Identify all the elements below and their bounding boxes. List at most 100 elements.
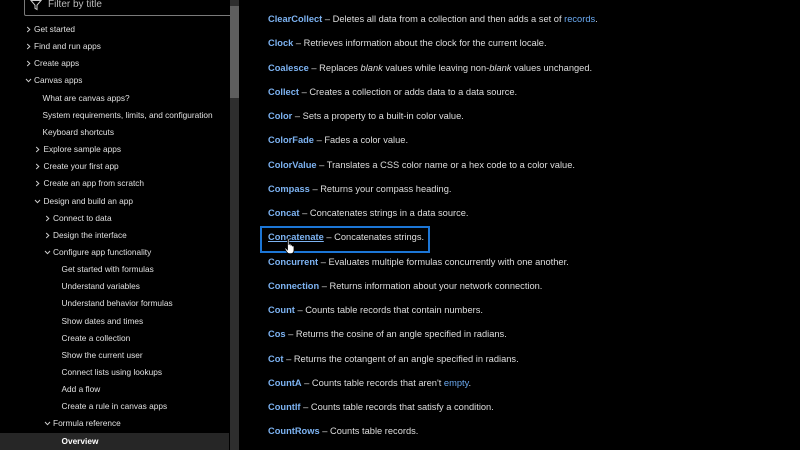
chevron-right-icon[interactable] bbox=[24, 55, 32, 72]
sidebar-item[interactable]: Connect to data bbox=[0, 210, 229, 227]
sidebar-item[interactable]: Create your first app bbox=[0, 158, 229, 175]
description-text: values unchanged. bbox=[511, 62, 593, 73]
description-text: values while leaving non- bbox=[382, 62, 490, 73]
function-link[interactable]: ClearCollect bbox=[268, 14, 322, 24]
sidebar-item[interactable]: Get started with formulas bbox=[0, 261, 229, 278]
sidebar-item[interactable]: Find and run apps bbox=[0, 38, 229, 55]
sidebar-item[interactable]: Add a flow bbox=[0, 381, 229, 398]
description-text: – Fades a color value. bbox=[313, 135, 409, 146]
sidebar-item[interactable]: Show dates and times bbox=[0, 313, 229, 330]
sidebar-item-label: Configure app functionality bbox=[53, 246, 152, 257]
function-link[interactable]: Cot bbox=[268, 354, 284, 364]
function-link[interactable]: Coalesce bbox=[268, 63, 309, 73]
sidebar-item[interactable]: Overview bbox=[0, 432, 229, 450]
sidebar-item[interactable]: Canvas apps bbox=[0, 72, 229, 89]
description-text: – Counts table records that aren't bbox=[301, 377, 444, 388]
function-entry: CountRows – Counts table records. bbox=[268, 423, 418, 439]
chevron-right-icon[interactable] bbox=[34, 175, 42, 192]
sidebar-item[interactable]: Design and build an app bbox=[0, 193, 229, 210]
description-text: – Returns the cotangent of an angle spec… bbox=[283, 353, 519, 364]
description-text: – Concatenates strings in a data source. bbox=[299, 208, 469, 218]
function-link[interactable]: Clock bbox=[268, 38, 293, 48]
description-text: – Counts table records that contain numb… bbox=[294, 305, 483, 315]
sidebar-item[interactable]: Design the interface bbox=[0, 227, 229, 244]
chevron-down-icon[interactable] bbox=[24, 72, 32, 89]
sidebar-item-label: Formula reference bbox=[53, 418, 121, 429]
sidebar-item[interactable]: What are canvas apps? bbox=[0, 90, 229, 107]
chevron-right-icon[interactable] bbox=[24, 38, 32, 55]
sidebar-scrollbar-thumb[interactable] bbox=[230, 6, 239, 98]
chevron-down-icon[interactable] bbox=[43, 244, 51, 261]
sidebar-item[interactable]: Create a rule in canvas apps bbox=[0, 398, 229, 415]
sidebar-item[interactable]: Connect lists using lookups bbox=[0, 364, 229, 381]
chevron-down-icon[interactable] bbox=[43, 415, 51, 432]
chevron-right-icon[interactable] bbox=[43, 227, 51, 244]
chevron-down-icon[interactable] bbox=[34, 193, 42, 210]
function-link[interactable]: CountRows bbox=[268, 426, 320, 436]
sidebar-item-label: Create your first app bbox=[43, 161, 119, 172]
function-link[interactable]: CountA bbox=[268, 378, 302, 388]
sidebar-item[interactable]: Explore sample apps bbox=[0, 141, 229, 158]
filter-by-title-input[interactable] bbox=[48, 0, 218, 10]
inline-link[interactable]: records bbox=[564, 14, 595, 24]
description-text: – Counts table records that satisfy a co… bbox=[300, 402, 494, 412]
sidebar-item[interactable]: Create an app from scratch bbox=[0, 175, 229, 192]
function-link[interactable]: Collect bbox=[268, 87, 299, 97]
sidebar-item-label: Create a rule in canvas apps bbox=[61, 401, 168, 412]
sidebar-item[interactable]: Understand behavior formulas bbox=[0, 295, 229, 312]
sidebar-item[interactable]: Create a collection bbox=[0, 330, 229, 347]
chevron-right-icon[interactable] bbox=[24, 21, 32, 38]
function-entry: Coalesce – Replaces blank values while l… bbox=[268, 60, 592, 76]
sidebar-toc: Get started Find and run apps Create apps C… bbox=[0, 0, 240, 450]
sidebar-item-label: Keyboard shortcuts bbox=[42, 126, 114, 137]
sidebar-item-label: Find and run apps bbox=[34, 41, 101, 52]
function-entry: Cot – Returns the cotangent of an angle … bbox=[268, 351, 519, 367]
function-link[interactable]: Concurrent bbox=[268, 257, 318, 267]
chevron-right-icon[interactable] bbox=[34, 158, 42, 175]
sidebar-item-label: System requirements, limits, and configu… bbox=[42, 109, 213, 120]
description-text: . bbox=[595, 14, 598, 24]
function-link[interactable]: Count bbox=[268, 305, 295, 315]
sidebar-item-label: Create an app from scratch bbox=[43, 178, 145, 189]
function-entry: ColorFade – Fades a color value. bbox=[268, 132, 408, 148]
function-link[interactable]: Compass bbox=[268, 184, 310, 194]
function-link[interactable]: Concat bbox=[268, 208, 300, 218]
sidebar-item[interactable]: Understand variables bbox=[0, 278, 229, 295]
sidebar-item-label: Overview bbox=[61, 435, 99, 446]
sidebar-item-label: Design and build an app bbox=[43, 195, 134, 206]
sidebar-item[interactable]: Keyboard shortcuts bbox=[0, 124, 229, 141]
function-link[interactable]: Color bbox=[268, 111, 292, 121]
sidebar-item-label: Connect to data bbox=[53, 212, 112, 223]
sidebar-item[interactable]: Get started bbox=[0, 21, 229, 38]
description-text: – Returns the cosine of an angle specifi… bbox=[285, 329, 507, 340]
description-text: – Sets a property to a built-in color va… bbox=[292, 111, 464, 121]
sidebar-item[interactable]: System requirements, limits, and configu… bbox=[0, 107, 229, 124]
description-text: – Deletes all data from a collection and… bbox=[322, 14, 565, 24]
function-link[interactable]: Connection bbox=[268, 281, 319, 291]
filter-icon bbox=[30, 0, 42, 11]
sidebar-item[interactable]: Configure app functionality bbox=[0, 244, 229, 261]
sidebar-item[interactable]: Create apps bbox=[0, 55, 229, 72]
sidebar-item-label: Get started with formulas bbox=[61, 264, 154, 275]
chevron-right-icon[interactable] bbox=[34, 141, 42, 158]
function-link[interactable]: ColorFade bbox=[268, 135, 314, 145]
sidebar-item-label: Explore sample apps bbox=[43, 144, 121, 155]
description-text: – Returns your compass heading. bbox=[309, 183, 452, 194]
sidebar-item-label: Design the interface bbox=[53, 229, 127, 240]
function-link[interactable]: CountIf bbox=[268, 402, 301, 412]
description-text: – Translates a CSS color name or a hex c… bbox=[316, 159, 575, 170]
sidebar-item-label: Add a flow bbox=[61, 384, 101, 395]
filter-box[interactable] bbox=[24, 0, 238, 16]
function-link[interactable]: Cos bbox=[268, 329, 286, 339]
emphasis-text: blank bbox=[360, 62, 383, 73]
function-link[interactable]: ColorValue bbox=[268, 160, 317, 170]
emphasis-text: blank bbox=[489, 62, 512, 73]
sidebar-item-label: Create apps bbox=[34, 58, 80, 69]
sidebar-item[interactable]: Formula reference bbox=[0, 415, 229, 432]
function-entry: Clock – Retrieves information about the … bbox=[268, 35, 547, 51]
chevron-right-icon[interactable] bbox=[43, 210, 51, 227]
inline-link[interactable]: empty bbox=[444, 378, 469, 388]
function-entry: Concat – Concatenates strings in a data … bbox=[268, 205, 469, 221]
function-entry: Concurrent – Evaluates multiple formulas… bbox=[268, 254, 569, 270]
sidebar-item[interactable]: Show the current user bbox=[0, 347, 229, 364]
